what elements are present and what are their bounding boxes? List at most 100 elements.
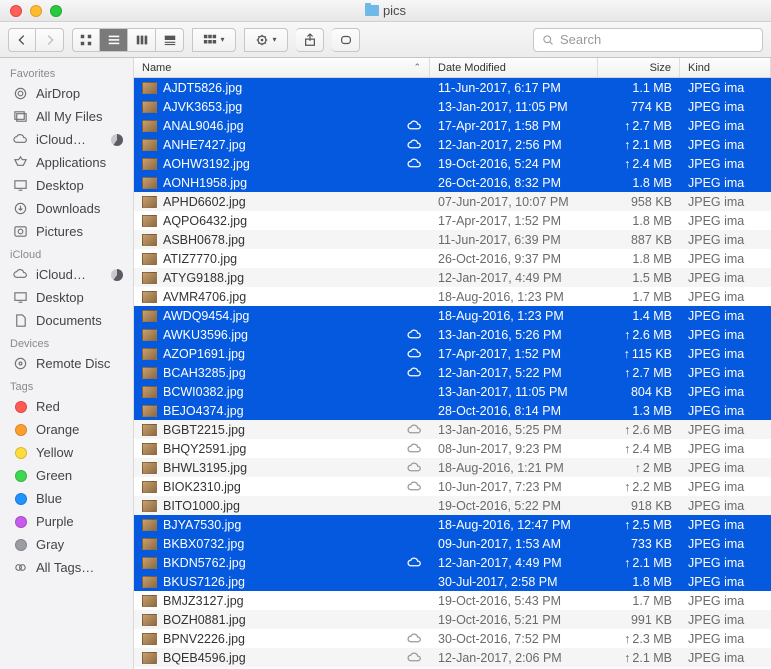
file-date: 12-Jan-2017, 2:56 PM: [430, 138, 598, 152]
file-row[interactable]: AONH1958.jpg26-Oct-2016, 8:32 PM1.8 MBJP…: [134, 173, 771, 192]
file-date: 26-Oct-2016, 9:37 PM: [430, 252, 598, 266]
file-name: AJVK3653.jpg: [163, 100, 398, 114]
file-row[interactable]: AVMR4706.jpg18-Aug-2016, 1:23 PM1.7 MBJP…: [134, 287, 771, 306]
file-kind: JPEG ima: [680, 347, 771, 361]
toolbar: ▾ ▾ Search: [0, 22, 771, 58]
minimize-button[interactable]: [30, 5, 42, 17]
file-size: 887 KB: [598, 233, 680, 247]
file-row[interactable]: AWKU3596.jpg13-Jan-2016, 5:26 PM↑2.6 MBJ…: [134, 325, 771, 344]
file-row[interactable]: AJVK3653.jpg13-Jan-2017, 11:05 PM774 KBJ…: [134, 97, 771, 116]
close-button[interactable]: [10, 5, 22, 17]
file-name: ATYG9188.jpg: [163, 271, 398, 285]
sidebar: FavoritesAirDropAll My FilesiCloud…Appli…: [0, 58, 134, 669]
file-row[interactable]: BITO1000.jpg19-Oct-2016, 5:22 PM918 KBJP…: [134, 496, 771, 515]
file-row[interactable]: BQEB4596.jpg12-Jan-2017, 2:06 PM↑2.1 MBJ…: [134, 648, 771, 667]
file-row[interactable]: BPNV2226.jpg30-Oct-2016, 7:52 PM↑2.3 MBJ…: [134, 629, 771, 648]
action-button[interactable]: ▾: [244, 28, 288, 52]
file-name: BOZH0881.jpg: [163, 613, 398, 627]
sidebar-item-yellow[interactable]: Yellow: [0, 441, 133, 464]
sidebar-item-documents[interactable]: Documents: [0, 309, 133, 332]
sidebar-item-orange[interactable]: Orange: [0, 418, 133, 441]
file-row[interactable]: ASBH0678.jpg11-Jun-2017, 6:39 PM887 KBJP…: [134, 230, 771, 249]
sidebar-item-applications[interactable]: Applications: [0, 151, 133, 174]
file-date: 08-Jun-2017, 9:23 PM: [430, 442, 598, 456]
list-view-button[interactable]: [100, 28, 128, 52]
cloud-status-icon: [404, 443, 422, 454]
maximize-button[interactable]: [50, 5, 62, 17]
file-date: 11-Jun-2017, 6:17 PM: [430, 81, 598, 95]
allfiles-icon: [12, 108, 29, 125]
file-thumbnail-icon: [142, 158, 157, 170]
column-view-button[interactable]: [128, 28, 156, 52]
sidebar-item-all-my-files[interactable]: All My Files: [0, 105, 133, 128]
sidebar-item-purple[interactable]: Purple: [0, 510, 133, 533]
sidebar-item-red[interactable]: Red: [0, 395, 133, 418]
file-row[interactable]: ATIZ7770.jpg26-Oct-2016, 9:37 PM1.8 MBJP…: [134, 249, 771, 268]
column-date[interactable]: Date Modified: [430, 58, 598, 77]
file-row[interactable]: ANHE7427.jpg12-Jan-2017, 2:56 PM↑2.1 MBJ…: [134, 135, 771, 154]
file-row[interactable]: BOZH0881.jpg19-Oct-2016, 5:21 PM991 KBJP…: [134, 610, 771, 629]
sidebar-item-pictures[interactable]: Pictures: [0, 220, 133, 243]
file-name: BIOK2310.jpg: [163, 480, 398, 494]
icon-view-button[interactable]: [72, 28, 100, 52]
file-row[interactable]: AZOP1691.jpg17-Apr-2017, 1:52 PM↑115 KBJ…: [134, 344, 771, 363]
file-row[interactable]: BCWI0382.jpg13-Jan-2017, 11:05 PM804 KBJ…: [134, 382, 771, 401]
tag-dot-icon: [12, 467, 29, 484]
sidebar-item-green[interactable]: Green: [0, 464, 133, 487]
sidebar-item-icloud-[interactable]: iCloud…: [0, 263, 133, 286]
file-row[interactable]: BGBT2215.jpg13-Jan-2016, 5:25 PM↑2.6 MBJ…: [134, 420, 771, 439]
coverflow-view-button[interactable]: [156, 28, 184, 52]
file-size: ↑2.3 MB: [598, 632, 680, 646]
sidebar-item-desktop[interactable]: Desktop: [0, 286, 133, 309]
sidebar-item-gray[interactable]: Gray: [0, 533, 133, 556]
file-date: 28-Oct-2016, 8:14 PM: [430, 404, 598, 418]
file-row[interactable]: AJDT5826.jpg11-Jun-2017, 6:17 PM1.1 MBJP…: [134, 78, 771, 97]
file-thumbnail-icon: [142, 519, 157, 531]
sidebar-item-icloud-[interactable]: iCloud…: [0, 128, 133, 151]
file-row[interactable]: BIOK2310.jpg10-Jun-2017, 7:23 PM↑2.2 MBJ…: [134, 477, 771, 496]
file-thumbnail-icon: [142, 443, 157, 455]
cloud-status-icon: [404, 139, 422, 150]
file-row[interactable]: BKUS7126.jpg30-Jul-2017, 2:58 PM1.8 MBJP…: [134, 572, 771, 591]
forward-button[interactable]: [36, 28, 64, 52]
file-row[interactable]: ANAL9046.jpg17-Apr-2017, 1:58 PM↑2.7 MBJ…: [134, 116, 771, 135]
tag-dot-icon: [12, 421, 29, 438]
file-row[interactable]: AQPO6432.jpg17-Apr-2017, 1:52 PM1.8 MBJP…: [134, 211, 771, 230]
file-row[interactable]: BKBX0732.jpg09-Jun-2017, 1:53 AM733 KBJP…: [134, 534, 771, 553]
file-kind: JPEG ima: [680, 613, 771, 627]
file-name: BHWL3195.jpg: [163, 461, 398, 475]
file-row[interactable]: BMJZ3127.jpg19-Oct-2016, 5:43 PM1.7 MBJP…: [134, 591, 771, 610]
sidebar-item-desktop[interactable]: Desktop: [0, 174, 133, 197]
column-size[interactable]: Size: [598, 58, 680, 77]
sidebar-item-remote-disc[interactable]: Remote Disc: [0, 352, 133, 375]
column-name[interactable]: Name⌃: [134, 58, 430, 77]
file-row[interactable]: BJYA7530.jpg18-Aug-2016, 12:47 PM↑2.5 MB…: [134, 515, 771, 534]
arrange-button[interactable]: ▾: [192, 28, 236, 52]
file-thumbnail-icon: [142, 101, 157, 113]
file-thumbnail-icon: [142, 500, 157, 512]
column-kind[interactable]: Kind: [680, 58, 771, 77]
sort-caret-icon: ⌃: [413, 62, 421, 73]
file-row[interactable]: BHQY2591.jpg08-Jun-2017, 9:23 PM↑2.4 MBJ…: [134, 439, 771, 458]
tags-button[interactable]: [332, 28, 360, 52]
sidebar-item-blue[interactable]: Blue: [0, 487, 133, 510]
share-button[interactable]: [296, 28, 324, 52]
file-row[interactable]: BHWL3195.jpg18-Aug-2016, 1:21 PM↑2 MBJPE…: [134, 458, 771, 477]
file-kind: JPEG ima: [680, 404, 771, 418]
file-row[interactable]: ATYG9188.jpg12-Jan-2017, 4:49 PM1.5 MBJP…: [134, 268, 771, 287]
sync-progress-icon: [111, 134, 123, 146]
file-thumbnail-icon: [142, 557, 157, 569]
file-row[interactable]: APHD6602.jpg07-Jun-2017, 10:07 PM958 KBJ…: [134, 192, 771, 211]
file-row[interactable]: BEJO4374.jpg28-Oct-2016, 8:14 PM1.3 MBJP…: [134, 401, 771, 420]
back-button[interactable]: [8, 28, 36, 52]
file-row[interactable]: AOHW3192.jpg19-Oct-2016, 5:24 PM↑2.4 MBJ…: [134, 154, 771, 173]
search-field[interactable]: Search: [533, 28, 763, 52]
file-row[interactable]: AWDQ9454.jpg18-Aug-2016, 1:23 PM1.4 MBJP…: [134, 306, 771, 325]
sidebar-item-airdrop[interactable]: AirDrop: [0, 82, 133, 105]
file-size: ↑2.2 MB: [598, 480, 680, 494]
desktop-icon: [12, 177, 29, 194]
file-row[interactable]: BKDN5762.jpg12-Jan-2017, 4:49 PM↑2.1 MBJ…: [134, 553, 771, 572]
sidebar-item-downloads[interactable]: Downloads: [0, 197, 133, 220]
file-row[interactable]: BCAH3285.jpg12-Jan-2017, 5:22 PM↑2.7 MBJ…: [134, 363, 771, 382]
sidebar-item-all-tags-[interactable]: All Tags…: [0, 556, 133, 579]
